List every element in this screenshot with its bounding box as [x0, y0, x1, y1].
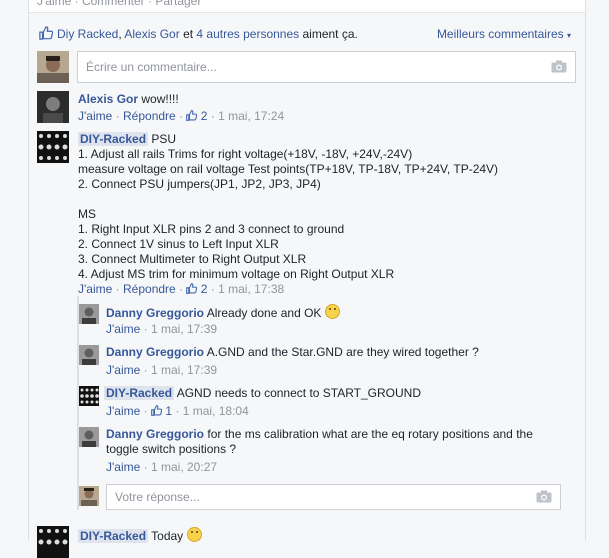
comment-alexis: Alexis Gor wow!!!!: [78, 92, 179, 107]
avatar-danny-greggorio[interactable]: [79, 304, 99, 324]
reply-2: Danny Greggorio A.GND and the Star.GND a…: [106, 345, 479, 360]
comment-line: 4. Adjust MS trim for minimum voltage on…: [78, 267, 395, 281]
comment-timestamp[interactable]: 1 mai, 17:38: [218, 282, 284, 296]
reply-actions: J'aime · 1 mai, 17:39: [106, 363, 218, 377]
like-link[interactable]: J'aime: [106, 404, 140, 418]
reply-timestamp[interactable]: 1 mai, 20:27: [151, 460, 217, 474]
reply-author[interactable]: Danny Greggorio: [106, 345, 204, 359]
liker-name-2[interactable]: Alexis Gor: [124, 27, 179, 41]
comment-line: PSU: [151, 132, 177, 146]
reply-author[interactable]: Danny Greggorio: [106, 427, 204, 441]
reply-actions: J'aime · 1 mai, 17:39: [106, 322, 218, 336]
reply-timestamp[interactable]: 1 mai, 17:39: [151, 322, 217, 336]
like-count[interactable]: 1: [165, 404, 172, 418]
comment-sort-dropdown[interactable]: Meilleurs commentaires ▾: [437, 27, 571, 41]
likes-suffix: aiment ça.: [302, 27, 358, 41]
like-count[interactable]: 2: [201, 109, 208, 123]
comment-line: 1. Adjust all rails Trims for right volt…: [78, 147, 413, 161]
liker-name-1[interactable]: Diy Racked: [57, 27, 118, 41]
comment-actions: J'aime · Répondre · 2 · 1 mai, 17:24: [78, 109, 285, 123]
camera-icon[interactable]: [551, 60, 567, 73]
like-link[interactable]: J'aime: [106, 460, 140, 474]
reply-input-placeholder: Votre réponse...: [115, 490, 200, 504]
comment-line: MS: [78, 207, 96, 221]
reply-actions: J'aime · 1 mai, 20:27: [106, 460, 218, 474]
like-link[interactable]: J'aime: [106, 363, 140, 377]
caret-down-icon: ▾: [566, 31, 571, 40]
post-action-bar: J'aime · Commenter · Partager: [29, 0, 585, 13]
comment-line: 3. Connect Multimeter to Right Output XL…: [78, 252, 307, 266]
current-user-avatar: [79, 486, 99, 506]
comment-line: 2. Connect 1V sinus to Left Input XLR: [78, 237, 279, 251]
comment-actions: J'aime · Répondre · 2 · 1 mai, 17:38: [78, 282, 285, 296]
like-link[interactable]: J'aime: [78, 282, 112, 296]
comment-diy-racked-today: DIY-Racked Today: [78, 527, 202, 544]
comment-line: 2. Connect PSU jumpers(JP1, JP2, JP3, JP…: [78, 177, 321, 191]
reply-timestamp[interactable]: 1 mai, 18:04: [183, 404, 249, 418]
current-user-avatar: [37, 51, 69, 83]
like-link[interactable]: J'aime: [78, 109, 112, 123]
comment-timestamp[interactable]: 1 mai, 17:24: [218, 109, 284, 123]
like-count-icon: [186, 283, 198, 294]
post-comments-card: J'aime · Commenter · Partager Diy Racked…: [28, 0, 586, 558]
sort-label: Meilleurs commentaires: [436, 27, 564, 41]
avatar-diy-racked[interactable]: [37, 526, 69, 558]
reply-text: Already done and OK: [206, 306, 322, 320]
reply-text: toggle switch positions ?: [106, 442, 237, 456]
like-count[interactable]: 2: [201, 282, 208, 296]
post-actions-text[interactable]: J'aime · Commenter · Partager: [37, 0, 201, 8]
reply-3: DIY-Racked AGND needs to connect to STAR…: [104, 386, 421, 401]
reply-1: Danny Greggorio Already done and OK: [106, 304, 340, 321]
like-thumb-icon: [39, 26, 53, 40]
reply-text: A.GND and the Star.GND are they wired to…: [206, 345, 479, 359]
comment-line: 1. Right Input XLR pins 2 and 3 connect …: [78, 222, 345, 236]
smiley-emoji-icon: [186, 527, 202, 542]
reply-actions: J'aime · 1 · 1 mai, 18:04: [106, 404, 249, 418]
smiley-emoji-icon: [324, 304, 340, 319]
comment-text: wow!!!!: [141, 92, 179, 106]
like-link[interactable]: J'aime: [106, 322, 140, 336]
likers-others-link[interactable]: 4 autres personnes: [196, 27, 299, 41]
like-count-icon: [186, 110, 198, 121]
reply-link[interactable]: Répondre: [123, 109, 176, 123]
likes-summary: Diy Racked, Alexis Gor et 4 autres perso…: [37, 25, 577, 43]
avatar-danny-greggorio[interactable]: [79, 345, 99, 365]
avatar-alexis-gor[interactable]: [37, 91, 69, 123]
reply-text: for the ms calibration what are the eq r…: [207, 427, 533, 441]
reply-author[interactable]: Danny Greggorio: [106, 306, 204, 320]
reply-author[interactable]: DIY-Racked: [104, 386, 175, 400]
reply-link[interactable]: Répondre: [123, 282, 176, 296]
comment-input[interactable]: Écrire un commentaire...: [77, 51, 576, 83]
reply-timestamp[interactable]: 1 mai, 17:39: [151, 363, 217, 377]
avatar-danny-greggorio[interactable]: [79, 427, 99, 447]
like-count-icon: [151, 405, 163, 416]
comment-author[interactable]: Alexis Gor: [78, 92, 138, 106]
comment-line: measure voltage on rail voltage Test poi…: [78, 162, 499, 176]
reply-text: AGND needs to connect to START_GROUND: [176, 386, 422, 400]
reply-4: Danny Greggorio for the ms calibration w…: [106, 427, 533, 457]
comment-author[interactable]: DIY-Racked: [78, 132, 149, 146]
comment-input-placeholder: Écrire un commentaire...: [86, 60, 217, 74]
camera-icon[interactable]: [536, 490, 552, 503]
avatar-diy-racked[interactable]: [79, 386, 99, 406]
comment-diy-racked-psu: DIY-Racked PSU 1. Adjust all rails Trims…: [78, 132, 498, 282]
reply-input[interactable]: Votre réponse...: [106, 484, 561, 510]
avatar-diy-racked[interactable]: [37, 131, 69, 163]
comment-blank-line: [78, 192, 498, 207]
